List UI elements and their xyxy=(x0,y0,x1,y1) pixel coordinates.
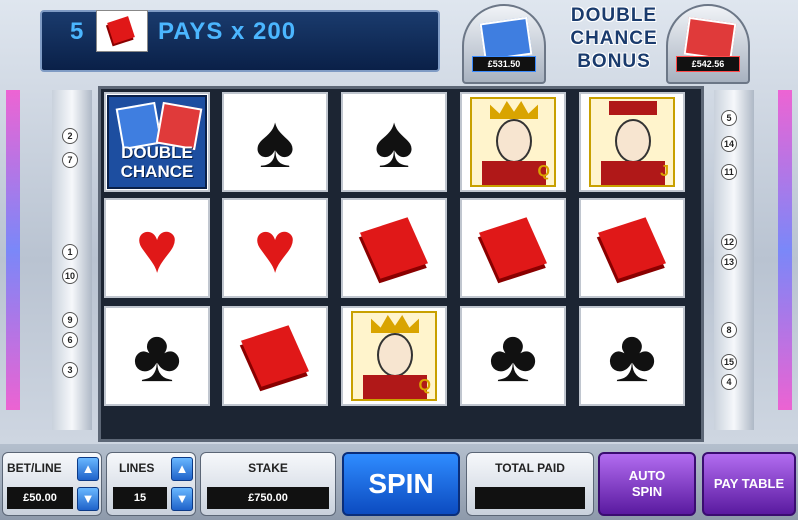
payline-marker[interactable]: 13 xyxy=(721,254,737,270)
win-pays-text: PAYS x 200 xyxy=(158,18,297,45)
right-neon xyxy=(778,90,792,410)
total-paid-label: TOTAL PAID xyxy=(495,461,565,475)
reel-cell: J xyxy=(579,92,685,192)
lines-value: 15 xyxy=(113,487,167,509)
club-icon: ♣ xyxy=(132,314,182,397)
payline-marker[interactable]: 14 xyxy=(721,136,737,152)
payline-marker[interactable]: 9 xyxy=(62,312,78,328)
pay-table-button[interactable]: PAY TABLE xyxy=(702,452,796,516)
club-icon: ♣ xyxy=(488,314,538,397)
robe-icon xyxy=(482,161,546,185)
win-symbol-tile xyxy=(96,10,148,52)
reel-cell xyxy=(341,198,447,298)
crown-icon xyxy=(371,315,419,333)
payline-marker[interactable]: 5 xyxy=(721,110,737,126)
face-icon xyxy=(496,119,532,163)
lines-label: LINES xyxy=(119,461,155,475)
pay-table-label: PAY TABLE xyxy=(713,476,785,491)
crown-icon xyxy=(490,101,538,119)
dc-line: DOUBLE xyxy=(121,143,193,162)
win-count: 5 xyxy=(70,18,84,45)
heart-icon: ♥ xyxy=(135,208,179,288)
reel-cell: DOUBLE CHANCE xyxy=(104,92,210,192)
reel-cell: Q xyxy=(341,306,447,406)
logo-line: CHANCE xyxy=(570,28,658,49)
lines-down-button[interactable]: ▼ xyxy=(171,487,193,511)
red-cards-icon xyxy=(683,16,737,62)
stake-value: £750.00 xyxy=(207,487,329,509)
payline-marker[interactable]: 2 xyxy=(62,128,78,144)
bet-line-label: BET/LINE xyxy=(7,461,62,475)
dc-line: CHANCE xyxy=(120,162,194,181)
jackpot-left-value: £531.50 xyxy=(472,56,536,72)
face-icon xyxy=(377,333,413,377)
spade-icon: ♠ xyxy=(374,100,414,183)
reel-cell: ♠ xyxy=(222,92,328,192)
reel-cell: ♣ xyxy=(104,306,210,406)
double-chance-text: DOUBLE CHANCE xyxy=(109,143,205,181)
payline-marker[interactable]: 6 xyxy=(62,332,78,348)
payline-marker[interactable]: 4 xyxy=(721,374,737,390)
total-paid-control: TOTAL PAID xyxy=(466,452,594,516)
robe-icon xyxy=(601,161,665,185)
diamond-icon xyxy=(597,217,667,279)
payline-marker[interactable]: 1 xyxy=(62,244,78,260)
queen-letter: Q xyxy=(537,163,550,180)
auto-spin-button[interactable]: AUTO SPIN xyxy=(598,452,696,516)
reel-cell: ♥ xyxy=(104,198,210,298)
face-icon xyxy=(615,119,651,163)
heart-icon: ♥ xyxy=(253,208,297,288)
diamond-icon xyxy=(478,217,548,279)
jackpot-right-cabinet xyxy=(666,4,750,84)
stake-label: STAKE xyxy=(248,461,288,475)
reel-cell xyxy=(579,198,685,298)
jack-letter: J xyxy=(660,163,669,180)
reel-cell xyxy=(460,198,566,298)
spin-button[interactable]: SPIN xyxy=(342,452,460,516)
lines-control: LINES 15 ▲ ▼ xyxy=(106,452,196,516)
robe-icon xyxy=(363,375,427,399)
bet-line-up-button[interactable]: ▲ xyxy=(77,457,99,481)
reel-cell: ♣ xyxy=(460,306,566,406)
payline-marker[interactable]: 7 xyxy=(62,152,78,168)
queen-symbol: Q xyxy=(470,97,556,187)
total-paid-value xyxy=(475,487,585,509)
reel-cell: Q xyxy=(460,92,566,192)
reel-cell: ♥ xyxy=(222,198,328,298)
diamond-icon xyxy=(107,16,135,44)
spade-icon: ♠ xyxy=(255,100,295,183)
payline-marker[interactable]: 15 xyxy=(721,354,737,370)
jack-symbol: J xyxy=(589,97,675,187)
double-chance-symbol: DOUBLE CHANCE xyxy=(107,95,207,189)
blue-cards-icon xyxy=(479,16,533,62)
bet-line-control: BET/LINE £50.00 ▲ ▼ xyxy=(2,452,102,516)
jackpot-left-cabinet xyxy=(462,4,546,84)
club-icon: ♣ xyxy=(607,314,657,397)
payline-marker[interactable]: 8 xyxy=(721,322,737,338)
hat-icon xyxy=(609,101,657,115)
queen-letter: Q xyxy=(418,377,431,394)
lines-up-button[interactable]: ▲ xyxy=(171,457,193,481)
diamond-icon xyxy=(359,217,429,279)
logo-line: DOUBLE xyxy=(570,5,658,26)
diamond-icon xyxy=(240,325,310,387)
payline-marker[interactable]: 3 xyxy=(62,362,78,378)
reel-cell: ♣ xyxy=(579,306,685,406)
payline-marker[interactable]: 11 xyxy=(721,164,737,180)
left-neon xyxy=(6,90,20,410)
bet-line-value: £50.00 xyxy=(7,487,73,509)
jackpot-right-value: £542.56 xyxy=(676,56,740,72)
reel-cell xyxy=(222,306,328,406)
double-chance-bonus-logo: DOUBLE CHANCE BONUS xyxy=(566,4,662,78)
stake-control: STAKE £750.00 xyxy=(200,452,336,516)
logo-line: BONUS xyxy=(577,51,651,72)
payline-marker[interactable]: 10 xyxy=(62,268,78,284)
bet-line-down-button[interactable]: ▼ xyxy=(77,487,99,511)
reel-cell: ♠ xyxy=(341,92,447,192)
queen-symbol: Q xyxy=(351,311,437,401)
auto-spin-label: AUTO SPIN xyxy=(628,468,666,499)
payline-marker[interactable]: 12 xyxy=(721,234,737,250)
